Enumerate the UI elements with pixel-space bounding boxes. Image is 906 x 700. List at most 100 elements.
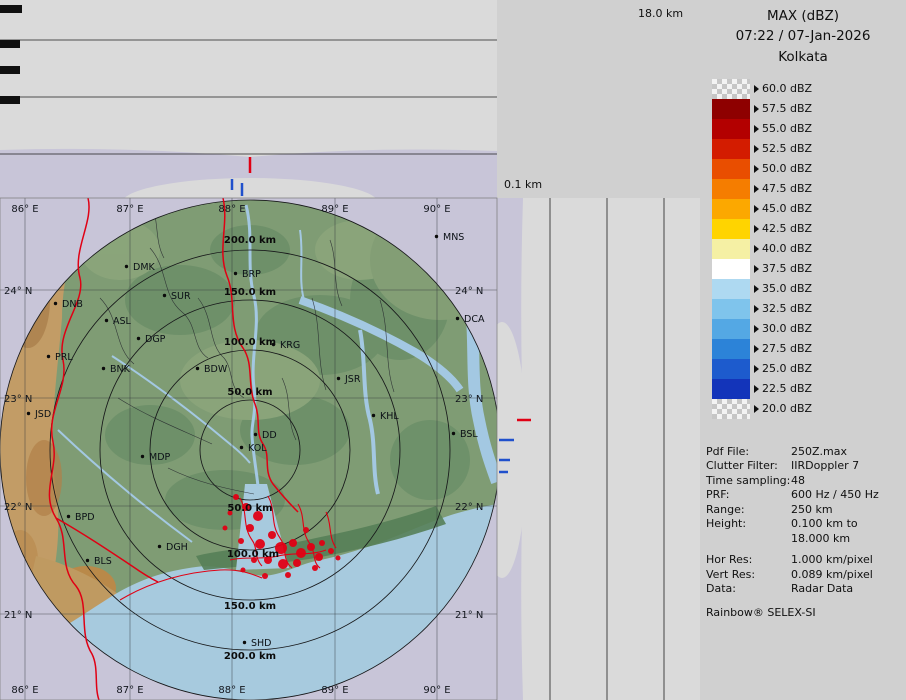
legend-swatch <box>712 99 750 119</box>
station-dot <box>67 515 70 518</box>
info-row: Time sampling:48 <box>706 474 906 489</box>
legend-value-label: 50.0 dBZ <box>762 162 812 175</box>
station-label: KRG <box>280 340 300 351</box>
legend-value-label: 60.0 dBZ <box>762 82 812 95</box>
range-ring-label: 150.0 km <box>224 287 276 298</box>
legend-arrow-icon <box>754 305 759 313</box>
lat-label: 23° N <box>4 394 32 405</box>
info-row: Clutter Filter:IIRDoppler 7 <box>706 459 906 474</box>
height-axis-tick <box>0 66 20 74</box>
lon-label: 87° E <box>116 685 143 696</box>
legend-list: 60.0 dBZ57.5 dBZ55.0 dBZ52.5 dBZ50.0 dBZ… <box>712 79 906 419</box>
radar-echo <box>319 540 325 546</box>
product-title-block: MAX (dBZ) 07:22 / 07-Jan-2026 Kolkata <box>700 0 906 67</box>
legend-row: 40.0 dBZ <box>712 239 906 259</box>
info-label: Hor Res: <box>706 553 791 568</box>
range-ring-label: 100.0 km <box>224 337 276 348</box>
legend-arrow-icon <box>754 345 759 353</box>
info-value: 1.000 km/pixel <box>791 553 873 568</box>
range-ring-label: 200.0 km <box>224 235 276 246</box>
legend-swatch <box>712 219 750 239</box>
station-dot <box>105 319 108 322</box>
station-label: KHL <box>380 411 399 422</box>
info-row: Vert Res:0.089 km/pixel <box>706 568 906 583</box>
legend-row: 45.0 dBZ <box>712 199 906 219</box>
info-label: Clutter Filter: <box>706 459 791 474</box>
station-dot <box>102 367 105 370</box>
range-ring-label: 50.0 km <box>227 387 272 398</box>
station-label: BSL <box>460 429 478 440</box>
info-label: PRF: <box>706 488 791 503</box>
info-row: Hor Res:1.000 km/pixel <box>706 553 906 568</box>
legend-swatch <box>712 339 750 359</box>
legend-row: 50.0 dBZ <box>712 159 906 179</box>
legend-value-label: 57.5 dBZ <box>762 102 812 115</box>
radar-echo <box>293 559 301 567</box>
info-value: 0.089 km/pixel <box>791 568 873 583</box>
station-label: BLS <box>94 556 112 567</box>
radar-echo <box>278 559 288 569</box>
legend-value-label: 27.5 dBZ <box>762 342 812 355</box>
range-ring-label: 150.0 km <box>224 601 276 612</box>
info-value: Radar Data <box>791 582 853 597</box>
radar-echo <box>315 553 323 561</box>
station-dot <box>254 433 257 436</box>
lon-label: 86° E <box>11 685 38 696</box>
right-panel-background <box>497 198 700 700</box>
station-dot <box>372 414 375 417</box>
lat-label: 24° N <box>4 286 32 297</box>
lon-label: 88° E <box>218 685 245 696</box>
legend-arrow-icon <box>754 205 759 213</box>
info-label: Height: <box>706 517 791 532</box>
info-list: Pdf File:250Z.maxClutter Filter:IIRDoppl… <box>706 445 906 597</box>
legend-row: 42.5 dBZ <box>712 219 906 239</box>
station-label: JSD <box>34 409 51 420</box>
legend-value-label: 40.0 dBZ <box>762 242 812 255</box>
station-label: ASL <box>113 316 132 327</box>
station-dot <box>141 455 144 458</box>
info-row: Data:Radar Data <box>706 582 906 597</box>
legend-row: 35.0 dBZ <box>712 279 906 299</box>
station-dot <box>137 337 140 340</box>
legend-arrow-icon <box>754 105 759 113</box>
right-projection-panel <box>477 198 700 700</box>
radar-echo <box>307 543 315 551</box>
legend-row: 20.0 dBZ <box>712 399 906 419</box>
info-value: IIRDoppler 7 <box>791 459 859 474</box>
legend-row: 47.5 dBZ <box>712 179 906 199</box>
legend-row: 37.5 dBZ <box>712 259 906 279</box>
height-axis-tick <box>0 40 20 48</box>
info-row: Range:250 km <box>706 503 906 518</box>
legend-value-label: 45.0 dBZ <box>762 202 812 215</box>
legend-swatch <box>712 159 750 179</box>
lat-label: 23° N <box>455 394 483 405</box>
height-axis-min-label: 0.1 km <box>504 178 542 191</box>
station-label: BPD <box>75 512 95 523</box>
height-axis-max-label: 18.0 km <box>638 7 683 20</box>
legend-swatch <box>712 359 750 379</box>
legend-swatch <box>712 319 750 339</box>
station-label: BDW <box>204 364 228 375</box>
radar-echo <box>233 494 239 500</box>
station-dot <box>86 559 89 562</box>
legend-arrow-icon <box>754 405 759 413</box>
station-dot <box>240 446 243 449</box>
radar-echo <box>246 524 254 532</box>
legend-swatch <box>712 139 750 159</box>
radar-echo <box>336 556 341 561</box>
lon-label: 90° E <box>423 204 450 215</box>
station-dot <box>435 235 438 238</box>
lat-label: 24° N <box>455 286 483 297</box>
legend-swatch <box>712 79 750 99</box>
legend-swatch <box>712 199 750 219</box>
product-datetime: 07:22 / 07-Jan-2026 <box>700 26 906 46</box>
lon-label: 90° E <box>423 685 450 696</box>
station-dot <box>125 265 128 268</box>
station-dot <box>47 355 50 358</box>
station-dot <box>243 641 246 644</box>
legend-arrow-icon <box>754 265 759 273</box>
legend-value-label: 55.0 dBZ <box>762 122 812 135</box>
info-label: Pdf File: <box>706 445 791 460</box>
legend-value-label: 32.5 dBZ <box>762 302 812 315</box>
legend-swatch <box>712 259 750 279</box>
